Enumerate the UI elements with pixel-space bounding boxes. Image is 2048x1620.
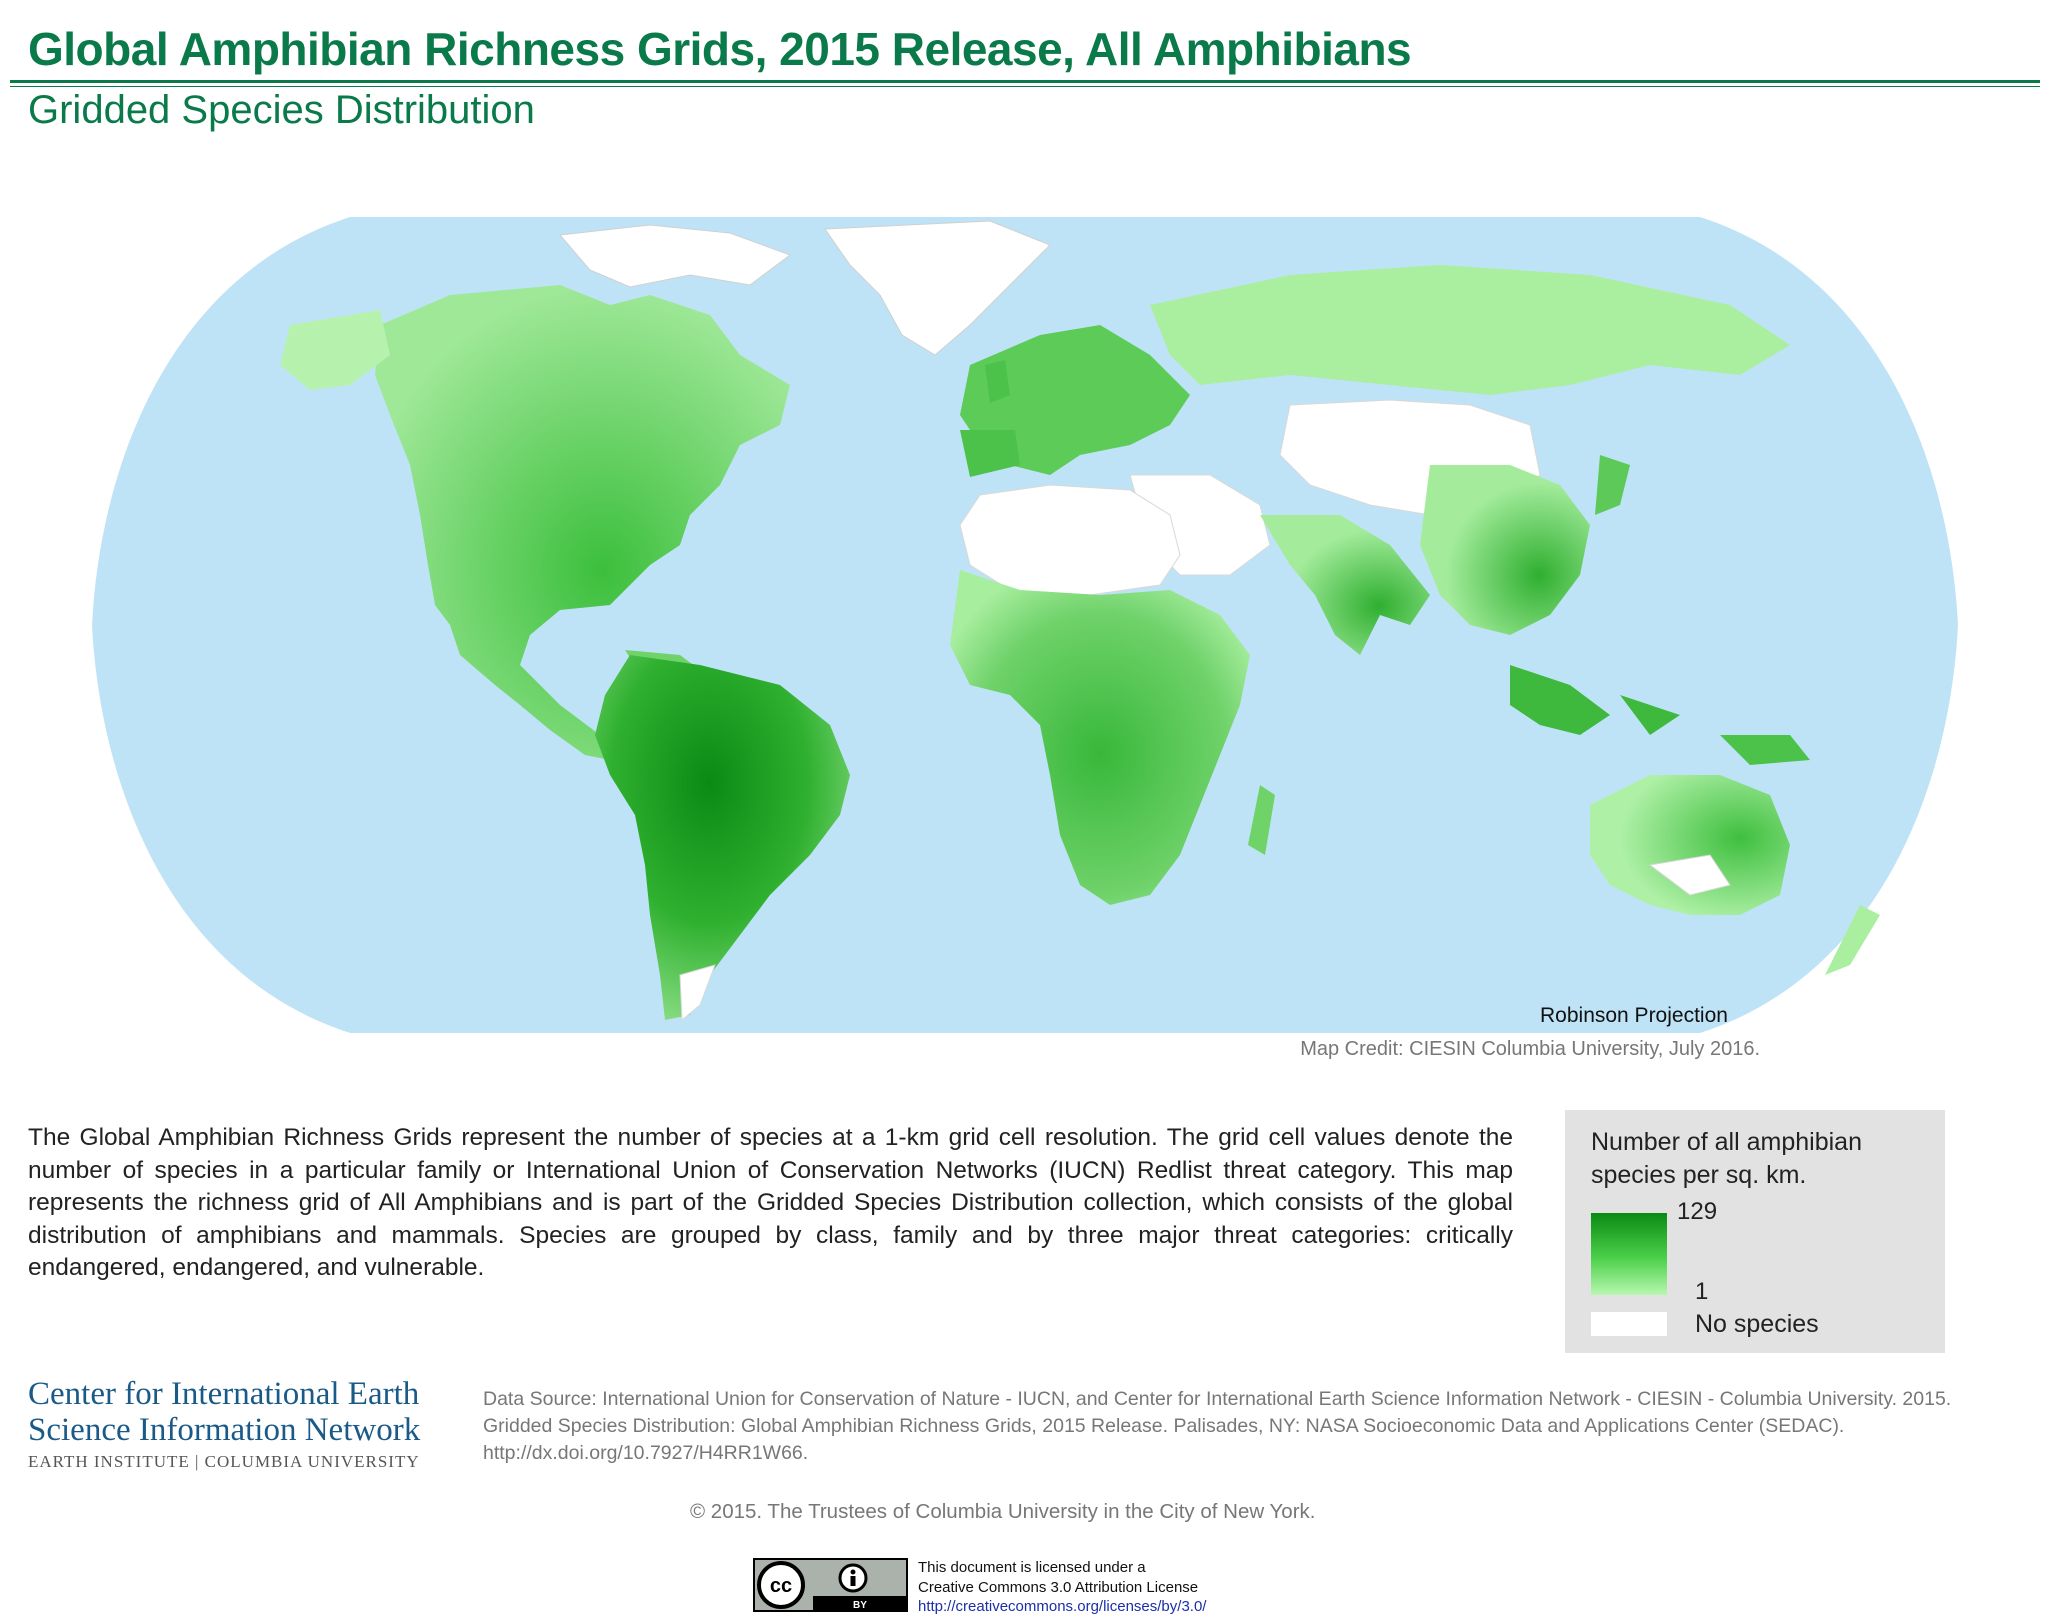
north-africa-desert xyxy=(959,484,1181,596)
logo-line-1: Center for International Earth xyxy=(28,1376,420,1412)
license-line-2: Creative Commons 3.0 Attribution License xyxy=(918,1578,1199,1596)
license-line-1: This document is licensed under a xyxy=(918,1559,1146,1576)
legend-max-label: 129 xyxy=(1677,1198,1718,1225)
legend-min-label: 1 xyxy=(1695,1278,1709,1305)
page-title: Global Amphibian Richness Grids, 2015 Re… xyxy=(28,23,1412,75)
svg-text:cc: cc xyxy=(770,1575,792,1597)
logo-line-3: EARTH INSTITUTE | COLUMBIA UNIVERSITY xyxy=(28,1452,420,1471)
license-text: This document is licensed under a Creati… xyxy=(918,1558,1206,1617)
cc-license-badge[interactable]: cc BY xyxy=(753,1558,908,1612)
map-description: The Global Amphibian Richness Grids repr… xyxy=(28,1124,1513,1281)
legend-no-species-label: No species xyxy=(1695,1310,1819,1338)
legend-title: Number of all amphibian species per sq. … xyxy=(1591,1128,1862,1189)
projection-label: Robinson Projection xyxy=(1540,1004,1728,1027)
logo-line-2: Science Information Network xyxy=(28,1412,421,1448)
ciesin-logo[interactable]: Center for International Earth Science I… xyxy=(28,1376,438,1472)
map-credit: Map Credit: CIESIN Columbia University, … xyxy=(1300,1038,1760,1060)
world-map[interactable] xyxy=(90,215,1960,1035)
page-subtitle: Gridded Species Distribution xyxy=(28,88,535,132)
title-divider xyxy=(10,80,2040,83)
copyright: © 2015. The Trustees of Columbia Univers… xyxy=(690,1500,1316,1523)
svg-text:BY: BY xyxy=(853,1600,867,1611)
title-divider-thin xyxy=(10,86,2040,87)
license-link[interactable]: http://creativecommons.org/licenses/by/3… xyxy=(918,1597,1206,1617)
legend-color-ramp xyxy=(1591,1213,1667,1295)
legend: Number of all amphibian species per sq. … xyxy=(1565,1110,1945,1353)
data-source: Data Source: International Union for Con… xyxy=(483,1388,1952,1464)
legend-no-species-swatch xyxy=(1591,1312,1667,1336)
